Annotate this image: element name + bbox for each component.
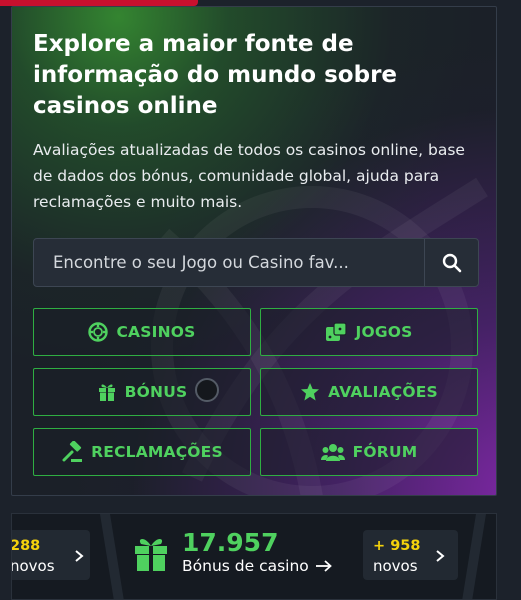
chevron-right-icon — [436, 550, 445, 562]
gift-icon — [98, 384, 115, 401]
nav-button-casinos[interactable]: CASINOS — [33, 308, 251, 356]
search-button[interactable] — [424, 239, 478, 286]
new-items-left-ticker[interactable]: 288 novos — [11, 530, 90, 580]
search-box — [33, 238, 479, 287]
dice-icon — [326, 322, 348, 341]
bonus-count: 17.957 — [182, 528, 279, 557]
nav-button-avaliacoes-label: AVALIAÇÕES — [328, 383, 438, 401]
nav-button-avaliacoes[interactable]: AVALIAÇÕES — [260, 368, 478, 416]
search-input[interactable] — [34, 239, 424, 286]
new-items-right-ticker[interactable]: + 958 novos — [363, 530, 458, 580]
users-icon — [320, 444, 345, 461]
new-items-left-label: novos — [11, 557, 55, 575]
bonus-link[interactable]: Bónus de casino — [182, 557, 333, 575]
search-icon — [442, 253, 461, 272]
nav-button-jogos[interactable]: JOGOS — [260, 308, 478, 356]
arrow-right-icon — [315, 560, 332, 572]
new-items-right-count: + 958 — [373, 538, 421, 554]
casino-chip-icon — [88, 322, 109, 342]
nav-button-casinos-label: CASINOS — [116, 323, 196, 341]
page-subtitle: Avaliações atualizadas de todos os casin… — [33, 141, 465, 211]
hero-panel: Explore a maior fonte de informação do m… — [11, 6, 497, 496]
nav-button-reclamacoes[interactable]: RECLAMAÇÕES — [33, 428, 251, 476]
cursor-indicator — [195, 378, 219, 402]
nav-button-bonus-label: BÓNUS — [124, 383, 188, 401]
stats-bar: 288 novos 17.957 Bónus de casino + 958 n… — [11, 513, 497, 600]
nav-button-forum[interactable]: FÓRUM — [260, 428, 478, 476]
gift-icon — [135, 539, 167, 571]
gavel-icon — [62, 441, 83, 462]
new-items-left-count: 288 — [11, 538, 41, 554]
page-title: Explore a maior fonte de informação do m… — [33, 31, 398, 119]
new-items-right-label: novos — [373, 557, 418, 575]
nav-button-forum-label: FÓRUM — [352, 443, 418, 461]
nav-button-reclamacoes-label: RECLAMAÇÕES — [91, 443, 223, 461]
star-icon — [301, 383, 320, 401]
nav-button-jogos-label: JOGOS — [355, 323, 413, 341]
bonus-label: Bónus de casino — [182, 557, 309, 575]
chevron-right-icon — [75, 550, 84, 562]
